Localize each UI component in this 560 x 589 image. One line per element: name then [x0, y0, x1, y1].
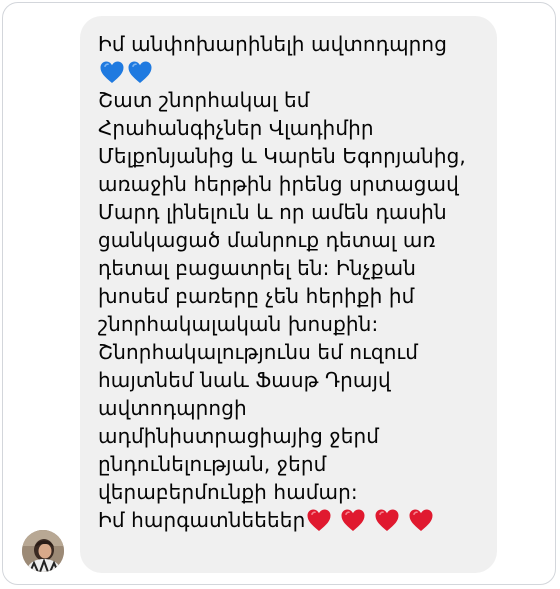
avatar[interactable]: [22, 530, 64, 572]
message-line: Հրահանգիչներ Վլադիմիր: [98, 116, 374, 140]
message-line: խոսեմ բառերը չեն հերիքի իմ: [98, 284, 415, 308]
message-line: Մելքոնյանից և Կարեն Եգորյանից,: [98, 144, 466, 168]
avatar-photo-icon: [22, 530, 64, 572]
red-heart-icon: [339, 506, 367, 534]
message-line: ընդունելության, ջերմ: [98, 452, 327, 476]
message-line: Իմ հարգատնեեեեր: [98, 508, 306, 532]
blue-heart-icon: [98, 58, 126, 86]
message-line: ավտոդպրոցի: [98, 396, 247, 420]
message-line: առաջին հերթին իրենց սրտացավ: [98, 172, 459, 196]
message-line: վերաբերմունքի համար:: [98, 480, 358, 504]
blue-heart-icon: [126, 58, 154, 86]
message-line: ցանկացած մանրուք դետալ առ: [98, 228, 436, 252]
message-bubble[interactable]: Իմ անփոխարինելի ավտոդպրոց Շատ շնորհակալ …: [80, 16, 497, 573]
red-heart-icon: [305, 506, 333, 534]
message-line: Շատ շնորհակալ եմ: [98, 88, 310, 112]
message-line: հայտնեմ նաև Ֆասթ Դրայվ: [98, 368, 391, 392]
message-last-line: Իմ հարգատնեեեեր: [98, 506, 487, 534]
message-line: շնորհակալական խոսքին:: [98, 312, 379, 336]
red-heart-icon: [407, 506, 435, 534]
red-heart-icon: [373, 506, 401, 534]
message-line: Իմ անփոխարինելի ավտոդպրոց: [98, 32, 447, 56]
message-line: Շնորհակալությունս եմ ուզում: [98, 340, 419, 364]
message-line: դետալ բացատրել են: Ինչքան: [98, 256, 417, 280]
message-line: Մարդ լինելուն և որ ամեն դասին: [98, 200, 447, 224]
blue-hearts-row: [98, 58, 487, 86]
message-line: ադմինիստրացիայից ջերմ: [98, 424, 380, 448]
